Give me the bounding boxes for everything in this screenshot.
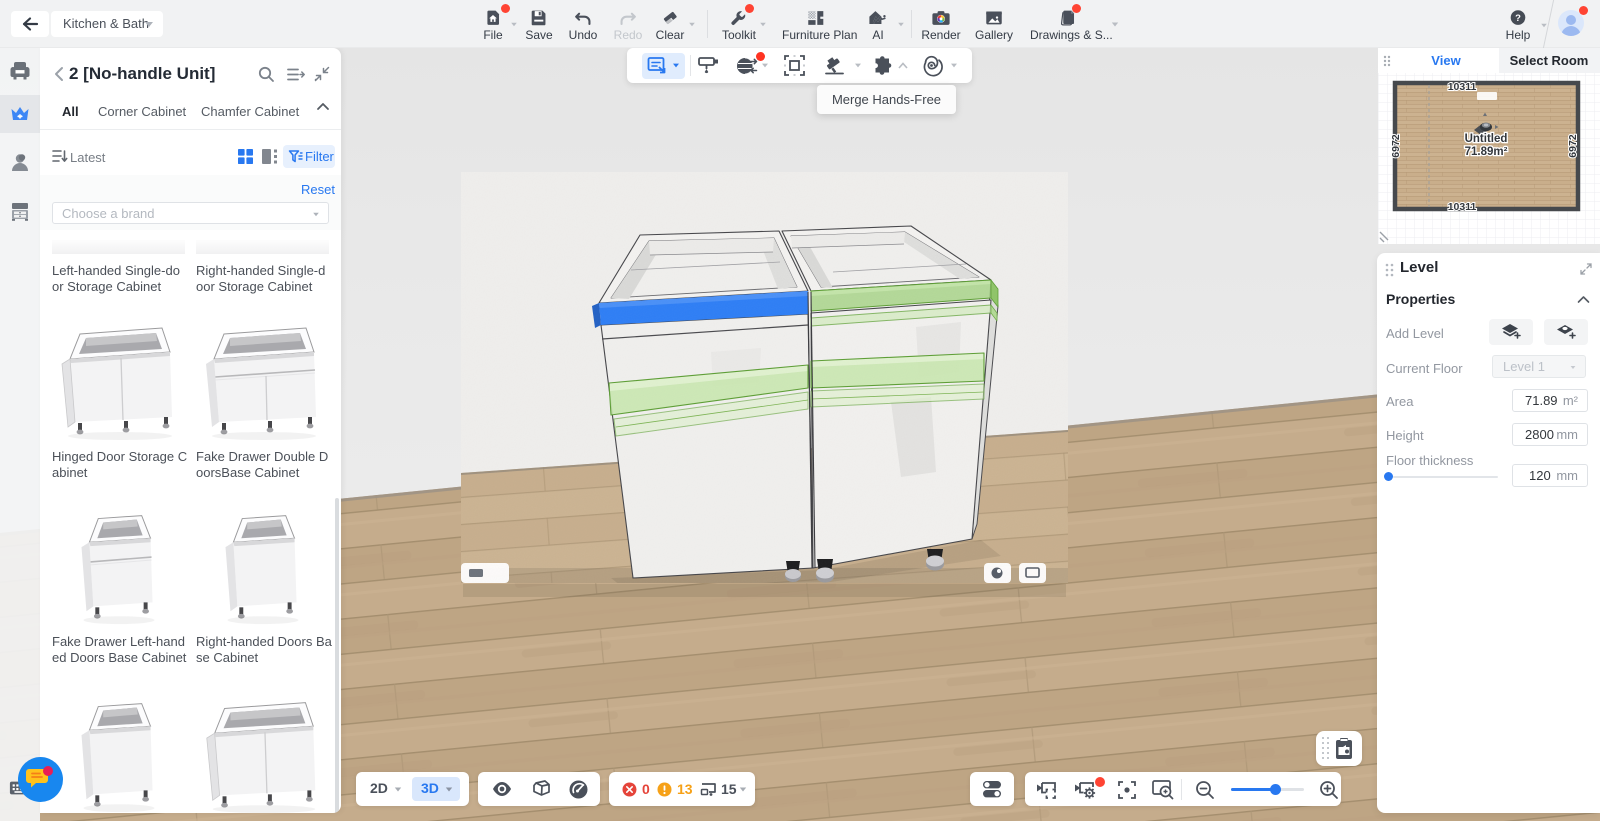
svg-text:6972: 6972 — [1567, 134, 1579, 158]
svg-text:Untitled: Untitled — [1465, 133, 1508, 145]
svg-text:71.89m²: 71.89m² — [1465, 146, 1508, 158]
svg-text:?: ? — [1515, 13, 1521, 24]
svg-text:Select Room: Select Room — [1510, 53, 1589, 68]
svg-text:6972: 6972 — [1390, 134, 1402, 158]
svg-text:View: View — [1431, 53, 1461, 68]
svg-text:10311: 10311 — [1448, 201, 1477, 213]
svg-text:10311: 10311 — [1448, 81, 1477, 93]
